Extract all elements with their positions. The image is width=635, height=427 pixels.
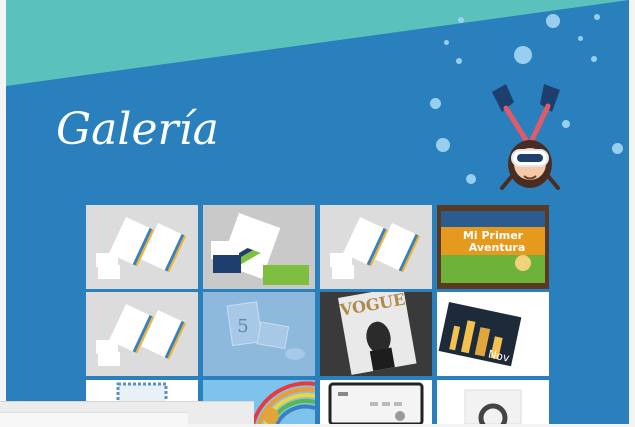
stationery-thumbnail-icon bbox=[320, 205, 432, 289]
bubble bbox=[546, 14, 560, 28]
bubble bbox=[514, 46, 532, 64]
gallery-hero: Galería Mi Primer Aventura 5 VOGUE Nov bbox=[6, 0, 629, 424]
bubble bbox=[444, 40, 449, 45]
bubble bbox=[466, 174, 476, 184]
bubble bbox=[612, 143, 623, 154]
stationery-thumbnail-icon bbox=[86, 205, 198, 289]
bubble bbox=[591, 56, 597, 62]
invitation-number: 5 bbox=[237, 316, 248, 337]
gallery-item-invitation-cards[interactable]: 5 bbox=[203, 292, 315, 376]
gallery-item-web-mockup[interactable] bbox=[320, 380, 432, 424]
invitation-thumbnail-icon: 5 bbox=[203, 292, 315, 376]
web-mockup-icon bbox=[320, 380, 432, 424]
stationery-thumbnail-icon bbox=[86, 292, 198, 376]
product-thumbnail-icon bbox=[437, 380, 549, 424]
gallery-item-night-city-flyers[interactable]: Nov bbox=[437, 292, 549, 376]
teal-band bbox=[6, 0, 629, 86]
gallery-item-stationery-set-3[interactable] bbox=[86, 292, 198, 376]
gallery-item-mi-primer-aventura-book[interactable]: Mi Primer Aventura bbox=[437, 205, 549, 289]
bubble bbox=[578, 36, 583, 41]
flyer-thumbnail-icon: Nov bbox=[437, 292, 549, 376]
bubble bbox=[594, 14, 600, 20]
gallery-item-circle-product[interactable] bbox=[437, 380, 549, 424]
book-cover-icon: Mi Primer Aventura bbox=[437, 205, 549, 289]
bubble bbox=[458, 17, 464, 23]
taskbar bbox=[0, 401, 254, 427]
stationery-thumbnail-icon bbox=[203, 205, 315, 289]
taskbar-panel bbox=[0, 412, 188, 427]
page-title: Galería bbox=[56, 104, 219, 155]
bubble bbox=[436, 138, 450, 152]
bubble bbox=[456, 58, 462, 64]
gallery-item-stationery-set-2[interactable] bbox=[320, 205, 432, 289]
book-title-line2: Aventura bbox=[469, 241, 526, 254]
diver-illustration-icon bbox=[492, 84, 560, 190]
gallery-item-stationery-set-1[interactable] bbox=[86, 205, 198, 289]
bubble bbox=[430, 98, 441, 109]
magazine-cover-icon: VOGUE bbox=[320, 292, 432, 376]
gallery-item-vogue-magazine[interactable]: VOGUE bbox=[320, 292, 432, 376]
gallery-item-corporate-identity-green[interactable] bbox=[203, 205, 315, 289]
